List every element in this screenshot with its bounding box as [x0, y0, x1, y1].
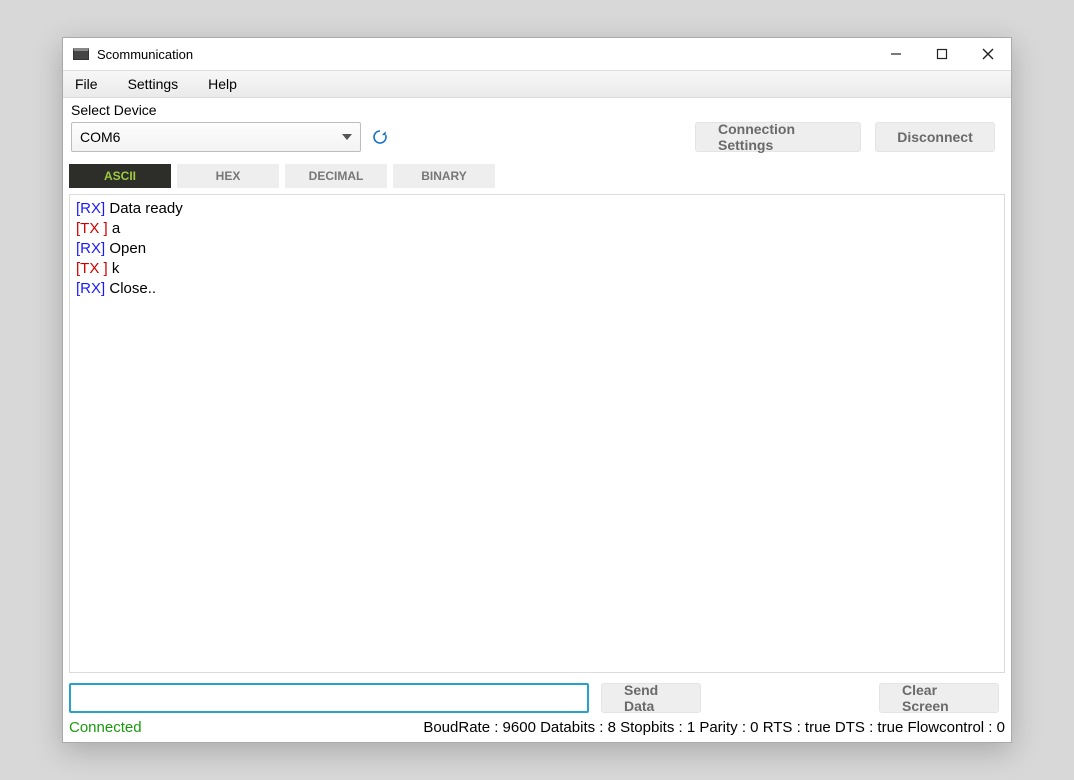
connected-status: Connected — [69, 719, 142, 736]
select-device-label: Select Device — [71, 102, 1003, 118]
app-icon — [73, 48, 89, 60]
log-line: [RX] Close.. — [76, 279, 998, 299]
connection-settings-button[interactable]: Connection Settings — [695, 122, 861, 152]
tab-ascii[interactable]: ASCII — [69, 164, 171, 188]
device-row: COM6 Connection Settings Disconnect — [71, 122, 1003, 152]
log-line: [TX ] k — [76, 259, 998, 279]
connection-info: BoudRate : 9600 Databits : 8 Stopbits : … — [423, 719, 1005, 736]
top-right-buttons: Connection Settings Disconnect — [695, 122, 995, 152]
content: Select Device COM6 Connection Settings D… — [63, 98, 1011, 742]
maximize-button[interactable] — [919, 38, 965, 70]
log-text: Data ready — [105, 200, 183, 217]
close-button[interactable] — [965, 38, 1011, 70]
statusbar: Connected BoudRate : 9600 Databits : 8 S… — [63, 719, 1011, 742]
menu-file[interactable]: File — [71, 76, 102, 92]
tx-tag: [TX ] — [76, 260, 108, 277]
tx-tag: [TX ] — [76, 220, 108, 237]
device-combobox[interactable]: COM6 — [71, 122, 361, 152]
chevron-down-icon — [342, 134, 352, 140]
rx-tag: [RX] — [76, 200, 105, 217]
window-title: Scommunication — [97, 47, 193, 62]
log-text: a — [108, 220, 121, 237]
rx-tag: [RX] — [76, 240, 105, 257]
refresh-icon[interactable] — [371, 128, 389, 146]
log-line: [RX] Data ready — [76, 199, 998, 219]
format-tabs: ASCII HEX DECIMAL BINARY — [63, 158, 1011, 188]
minimize-button[interactable] — [873, 38, 919, 70]
window-controls — [873, 38, 1011, 70]
device-select-row: Select Device COM6 Connection Settings D… — [63, 98, 1011, 158]
menubar: File Settings Help — [63, 70, 1011, 98]
send-data-button[interactable]: Send Data — [601, 683, 701, 713]
log-line: [RX] Open — [76, 239, 998, 259]
tab-decimal[interactable]: DECIMAL — [285, 164, 387, 188]
titlebar: Scommunication — [63, 38, 1011, 70]
menu-help[interactable]: Help — [204, 76, 241, 92]
disconnect-button[interactable]: Disconnect — [875, 122, 995, 152]
send-row: Send Data Clear Screen — [63, 673, 1011, 719]
tab-hex[interactable]: HEX — [177, 164, 279, 188]
log-text: k — [108, 260, 120, 277]
log-output[interactable]: [RX] Data ready[TX ] a[RX] Open[TX ] k[R… — [69, 194, 1005, 673]
log-text: Open — [105, 240, 146, 257]
menu-settings[interactable]: Settings — [124, 76, 183, 92]
device-combobox-value: COM6 — [80, 129, 120, 145]
log-text: Close.. — [105, 280, 156, 297]
log-line: [TX ] a — [76, 219, 998, 239]
tab-binary[interactable]: BINARY — [393, 164, 495, 188]
app-window: Scommunication File Settings Help Select… — [62, 37, 1012, 743]
rx-tag: [RX] — [76, 280, 105, 297]
clear-screen-button[interactable]: Clear Screen — [879, 683, 999, 713]
send-input[interactable] — [69, 683, 589, 713]
